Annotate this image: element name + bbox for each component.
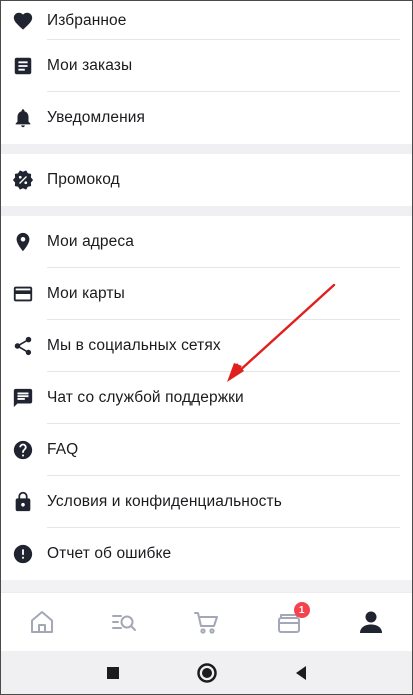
home-icon	[31, 611, 54, 633]
back-system-button[interactable]	[289, 661, 313, 685]
orders-icon	[1, 55, 45, 77]
menu-item-notifications[interactable]: Уведомления	[1, 92, 412, 144]
lock-icon	[1, 491, 45, 513]
menu-item-label: Мы в социальных сетях	[47, 337, 221, 354]
tab-profile[interactable]	[341, 597, 401, 647]
tab-search[interactable]	[94, 597, 154, 647]
menu-item-label: Отчет об ошибке	[47, 545, 172, 562]
back-triangle-icon	[295, 665, 306, 680]
screen: Избранное Мои заказы Уведомления Промоко…	[0, 0, 413, 695]
menu-item-label: Мои карты	[47, 285, 125, 302]
menu-item-label: Промокод	[47, 171, 120, 188]
cart-icon	[194, 612, 219, 634]
square-icon	[106, 666, 119, 679]
menu-item-label: Мои адреса	[47, 233, 134, 250]
menu-item-label: Чат со службой поддержки	[47, 389, 244, 406]
menu-item-orders[interactable]: Мои заказы	[1, 40, 412, 92]
menu-item-support-chat[interactable]: Чат со службой поддержки	[1, 372, 412, 424]
menu-item-label: Избранное	[47, 11, 127, 29]
circle-icon	[196, 662, 217, 683]
menu-item-favorites[interactable]: Избранное	[1, 1, 412, 40]
system-navigation-bar	[1, 651, 412, 694]
menu-item-label: FAQ	[47, 441, 79, 458]
menu-group-main: Избранное Мои заказы Уведомления	[1, 1, 412, 144]
heart-icon	[1, 10, 45, 32]
help-icon	[1, 439, 45, 461]
menu-item-label: Условия и конфиденциальность	[47, 493, 282, 510]
location-pin-icon	[1, 231, 45, 253]
credit-card-icon	[1, 283, 45, 305]
tab-home[interactable]	[12, 597, 72, 647]
promo-badge-icon	[1, 169, 45, 191]
profile-icon	[359, 611, 382, 633]
error-icon	[1, 543, 45, 565]
chat-icon	[1, 387, 45, 409]
menu-item-bug-report[interactable]: Отчет об ошибке	[1, 528, 412, 580]
search-list-icon	[112, 615, 137, 631]
section-separator	[1, 206, 412, 216]
menu-group-promo: Промокод	[1, 154, 412, 206]
share-icon	[1, 335, 45, 357]
recent-apps-button[interactable]	[101, 661, 125, 685]
menu-item-faq[interactable]: FAQ	[1, 424, 412, 476]
menu-item-addresses[interactable]: Мои адреса	[1, 216, 412, 268]
bell-icon	[1, 107, 45, 129]
menu-group-account: Мои адреса Мои карты Мы в социальных сет…	[1, 216, 412, 580]
tab-coupons[interactable]: 1	[259, 597, 319, 647]
menu-item-terms[interactable]: Условия и конфиденциальность	[1, 476, 412, 528]
tab-badge: 1	[293, 602, 310, 618]
section-separator	[1, 144, 412, 154]
bottom-tab-bar: 1	[1, 592, 412, 651]
menu-item-cards[interactable]: Мои карты	[1, 268, 412, 320]
menu-item-social[interactable]: Мы в социальных сетях	[1, 320, 412, 372]
menu-item-promocode[interactable]: Промокод	[1, 154, 412, 206]
home-system-button[interactable]	[195, 661, 219, 685]
menu-item-label: Уведомления	[47, 109, 146, 126]
tab-cart[interactable]	[176, 597, 236, 647]
menu-item-label: Мои заказы	[47, 57, 133, 74]
